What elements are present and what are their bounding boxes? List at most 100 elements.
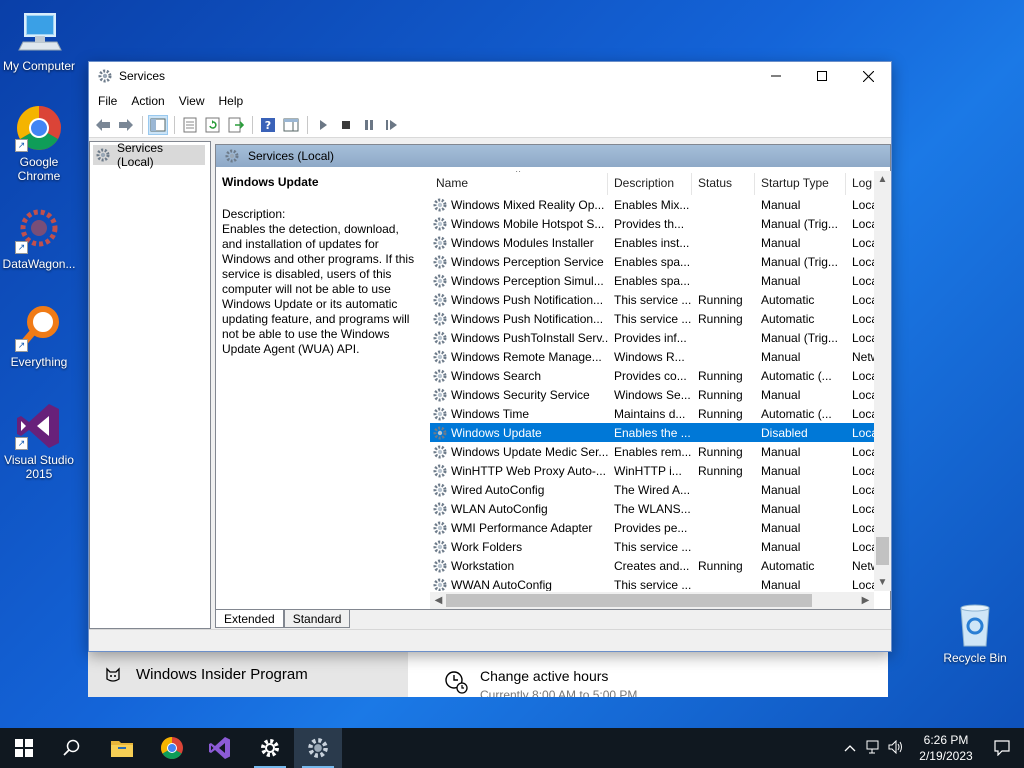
- table-row[interactable]: Windows Security Service Windows Se... Run…: [430, 385, 890, 404]
- table-row[interactable]: Windows PushToInstall Serv... Provides in…: [430, 328, 890, 347]
- notification-center-icon[interactable]: [980, 740, 1024, 756]
- shortcut-arrow-icon: ↗: [15, 241, 28, 254]
- title-bar[interactable]: Services: [89, 62, 891, 90]
- desktop-icon-everything[interactable]: ↗ Everything: [0, 304, 78, 369]
- vertical-scrollbar[interactable]: ▲ ▼: [874, 171, 891, 591]
- gear-icon: [224, 148, 240, 164]
- service-startup-type-cell: Manual: [761, 349, 801, 364]
- menu-file[interactable]: File: [91, 94, 124, 108]
- column-header-startup-type[interactable]: Startup Type: [755, 173, 846, 195]
- table-row[interactable]: Windows Mobile Hotspot S... Provides th..…: [430, 214, 890, 233]
- service-name-text: Windows Update Medic Ser...: [451, 444, 608, 459]
- service-gear-icon: [432, 558, 448, 574]
- show-hide-console-tree-button[interactable]: [148, 114, 168, 135]
- table-row[interactable]: Windows Mixed Reality Op... Enables Mix..…: [430, 195, 890, 214]
- tab-standard[interactable]: Standard: [283, 610, 351, 628]
- desktop-icon-datawagon[interactable]: ↗ DataWagon...: [0, 206, 78, 271]
- menu-bar: File Action View Help: [89, 90, 891, 112]
- taskbar-services[interactable]: [294, 728, 342, 768]
- nav-item-windows-insider[interactable]: Windows Insider Program: [88, 652, 408, 697]
- start-service-button[interactable]: [313, 115, 333, 135]
- service-log-on-as-cell: Loca: [852, 292, 876, 307]
- search-button[interactable]: [48, 728, 96, 768]
- minimize-button[interactable]: [753, 62, 799, 90]
- table-row[interactable]: Windows Modules Installer Enables inst...…: [430, 233, 890, 252]
- back-button[interactable]: [93, 115, 113, 135]
- start-button[interactable]: [0, 728, 48, 768]
- table-row[interactable]: Windows Search Provides co... Running Autom…: [430, 366, 890, 385]
- nav-item-label: Windows Insider Program: [136, 666, 308, 683]
- service-log-on-as-cell: Loca: [852, 425, 876, 440]
- desktop-icon-recycle-bin[interactable]: Recycle Bin: [936, 600, 1014, 665]
- gear-icon: [95, 147, 111, 163]
- menu-help[interactable]: Help: [212, 94, 251, 108]
- service-name-text: Windows Remote Manage...: [451, 349, 602, 364]
- show-action-pane-button[interactable]: [281, 115, 301, 135]
- menu-view[interactable]: View: [172, 94, 212, 108]
- taskbar-visual-studio[interactable]: [196, 728, 244, 768]
- scroll-thumb[interactable]: [446, 594, 812, 607]
- desktop-icon-my-computer[interactable]: My Computer: [0, 8, 78, 73]
- column-header-description[interactable]: Description: [608, 173, 692, 195]
- service-log-on-as-cell: Loca: [852, 501, 876, 516]
- service-name-text: Wired AutoConfig: [451, 482, 545, 497]
- taskbar-settings[interactable]: [246, 728, 294, 768]
- horizontal-scrollbar[interactable]: ◀ ▶: [430, 592, 874, 609]
- column-header-log-on-as[interactable]: Log: [846, 173, 876, 195]
- table-row[interactable]: Windows Perception Service Enables spa...…: [430, 252, 890, 271]
- volume-icon[interactable]: [888, 739, 904, 757]
- taskbar-chrome[interactable]: [148, 728, 196, 768]
- service-log-on-as-cell: Loca: [852, 311, 876, 326]
- service-name-cell: Windows Update Medic Ser...: [430, 444, 608, 460]
- service-gear-icon: [432, 520, 448, 536]
- service-name-cell: Windows Modules Installer: [430, 235, 608, 251]
- service-description-cell: Enables the ...: [614, 425, 691, 440]
- scroll-right-icon[interactable]: ▶: [857, 592, 874, 609]
- table-row[interactable]: Windows Update Enables the ... Disabled Loc…: [430, 423, 890, 442]
- desktop-icon-visual-studio[interactable]: ↗ Visual Studio 2015: [0, 402, 78, 481]
- stop-service-button[interactable]: [336, 115, 356, 135]
- service-description-cell: This service ...: [614, 311, 692, 326]
- service-description-cell: Maintains d...: [614, 406, 686, 421]
- scroll-up-icon[interactable]: ▲: [874, 171, 891, 188]
- close-button[interactable]: [845, 62, 891, 90]
- pause-service-button[interactable]: [359, 115, 379, 135]
- column-header-status[interactable]: Status: [692, 173, 755, 195]
- table-row[interactable]: Windows Remote Manage... Windows R... Manu…: [430, 347, 890, 366]
- tab-extended[interactable]: Extended: [215, 610, 284, 628]
- table-row[interactable]: WinHTTP Web Proxy Auto-... WinHTTP i... Ru…: [430, 461, 890, 480]
- table-row[interactable]: Windows Update Medic Ser... Enables rem..…: [430, 442, 890, 461]
- svg-text:?: ?: [265, 119, 271, 132]
- properties-button[interactable]: [180, 115, 200, 135]
- taskbar-file-explorer[interactable]: [98, 728, 146, 768]
- table-row[interactable]: Work Folders This service ... Manual Loca: [430, 537, 890, 556]
- scroll-left-icon[interactable]: ◀: [430, 592, 447, 609]
- clock[interactable]: 6:26 PM 2/19/2023: [912, 732, 980, 764]
- tree-item-services-local[interactable]: Services (Local): [93, 141, 205, 169]
- show-hidden-icons-icon[interactable]: [844, 741, 856, 755]
- table-row[interactable]: WLAN AutoConfig The WLANS... Manual Loca: [430, 499, 890, 518]
- refresh-button[interactable]: [203, 115, 223, 135]
- table-row[interactable]: Workstation Creates and... Running Automati…: [430, 556, 890, 575]
- export-list-button[interactable]: [226, 115, 246, 135]
- table-row[interactable]: WWAN AutoConfig This service ... Manual Loc…: [430, 575, 890, 591]
- change-active-hours-link[interactable]: Change active hours Currently 8:00 AM to…: [443, 668, 637, 697]
- table-row[interactable]: Wired AutoConfig The Wired A... Manual Loca: [430, 480, 890, 499]
- maximize-button[interactable]: [799, 62, 845, 90]
- table-row[interactable]: Windows Push Notification... This service…: [430, 290, 890, 309]
- service-log-on-as-cell: Loca: [852, 463, 876, 478]
- scroll-thumb[interactable]: [876, 537, 889, 565]
- service-log-on-as-cell: Loca: [852, 482, 876, 497]
- table-row[interactable]: Windows Push Notification... This service…: [430, 309, 890, 328]
- forward-button[interactable]: [116, 115, 136, 135]
- menu-action[interactable]: Action: [124, 94, 171, 108]
- help-button[interactable]: ?: [258, 115, 278, 135]
- network-icon[interactable]: [866, 740, 882, 757]
- restart-service-button[interactable]: [382, 115, 402, 135]
- table-row[interactable]: Windows Time Maintains d... Running Automat…: [430, 404, 890, 423]
- table-row[interactable]: WMI Performance Adapter Provides pe... Man…: [430, 518, 890, 537]
- scroll-down-icon[interactable]: ▼: [874, 574, 891, 591]
- desktop-icon-google-chrome[interactable]: ↗ Google Chrome: [0, 104, 78, 183]
- table-row[interactable]: Windows Perception Simul... Enables spa..…: [430, 271, 890, 290]
- taskbar: 6:26 PM 2/19/2023: [0, 728, 1024, 768]
